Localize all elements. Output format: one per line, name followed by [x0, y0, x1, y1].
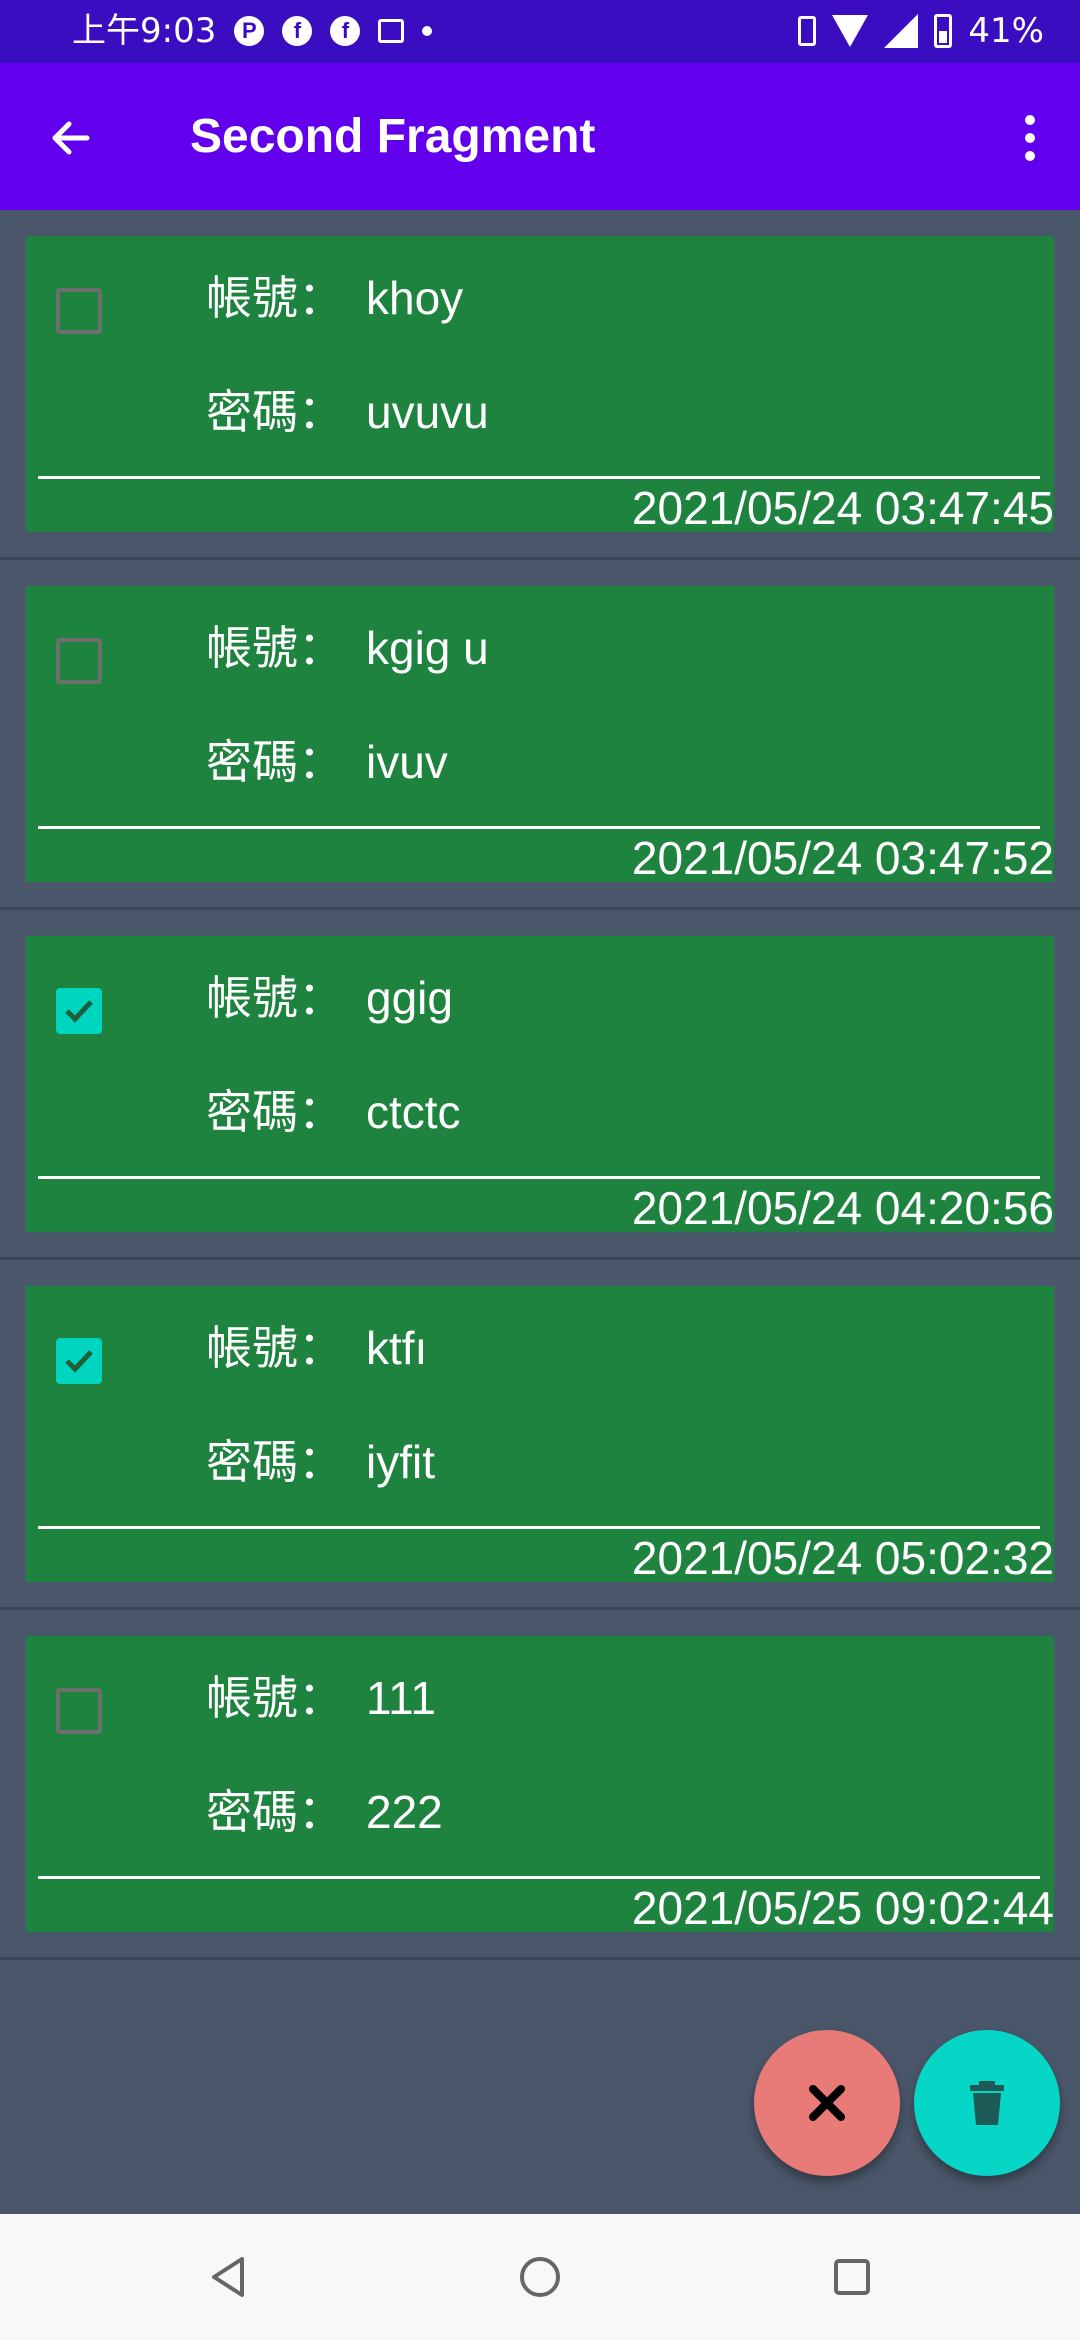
nav-back-button[interactable] — [198, 2247, 258, 2307]
password-label: 密碼： — [206, 1085, 344, 1139]
check-icon — [65, 1000, 93, 1023]
vibrate-icon — [798, 16, 817, 46]
battery-percent: 41% — [968, 11, 1044, 51]
account-card[interactable]: 帳號： ktfı 密碼： iyfit 2021/05/24 05:02:32 — [26, 1286, 1054, 1584]
list-item: 帳號： ktfı 密碼： iyfit 2021/05/24 05:02:32 — [0, 1260, 1080, 1610]
select-checkbox[interactable] — [56, 638, 102, 684]
timestamp: 2021/05/25 09:02:44 — [631, 1882, 1054, 1934]
app-bar: Second Fragment — [0, 63, 1080, 210]
select-checkbox[interactable] — [56, 288, 102, 334]
divider — [38, 476, 1040, 479]
account-value: ktfı — [366, 1322, 428, 1374]
account-label: 帳號： — [206, 971, 344, 1025]
account-card[interactable]: 帳號： khoy 密碼： uvuvu 2021/05/24 03:47:45 — [26, 236, 1054, 534]
divider — [38, 1176, 1040, 1179]
trash-icon — [970, 2081, 1004, 2125]
divider — [38, 826, 1040, 829]
account-value: 111 — [366, 1672, 436, 1724]
password-value: ctctc — [366, 1086, 461, 1138]
nav-home-button[interactable] — [510, 2247, 570, 2307]
cancel-button[interactable] — [754, 2030, 900, 2176]
divider — [38, 1876, 1040, 1879]
arrow-left-icon — [52, 121, 90, 155]
more-vert-icon — [1025, 115, 1035, 125]
circle-home-icon — [520, 2257, 560, 2297]
password-label: 密碼： — [206, 1435, 344, 1489]
page-title: Second Fragment — [190, 110, 596, 163]
account-label: 帳號： — [206, 1671, 344, 1725]
account-value: khoy — [366, 272, 464, 324]
status-time: 上午9:03 — [72, 11, 217, 51]
overflow-menu-button[interactable] — [1000, 103, 1060, 173]
account-card[interactable]: 帳號： kgig u 密碼： ivuv 2021/05/24 03:47:52 — [26, 586, 1054, 884]
account-label: 帳號： — [206, 1321, 344, 1375]
nav-recents-button[interactable] — [822, 2247, 882, 2307]
account-list: 帳號： khoy 密碼： uvuvu 2021/05/24 03:47:45 帳… — [0, 210, 1080, 1960]
triangle-back-icon — [212, 2257, 244, 2297]
timestamp: 2021/05/24 03:47:45 — [631, 482, 1054, 534]
battery-icon — [934, 14, 953, 48]
wifi-icon — [832, 15, 869, 47]
account-label: 帳號： — [206, 271, 344, 325]
signal-icon — [884, 14, 919, 48]
check-icon — [65, 1350, 93, 1373]
timestamp: 2021/05/24 05:02:32 — [631, 1532, 1054, 1584]
back-button[interactable] — [36, 103, 106, 173]
timestamp: 2021/05/24 03:47:52 — [631, 832, 1054, 884]
delete-button[interactable] — [914, 2030, 1060, 2176]
account-card[interactable]: 帳號： ggig 密碼： ctctc 2021/05/24 04:20:56 — [26, 936, 1054, 1234]
divider — [38, 1526, 1040, 1529]
list-item: 帳號： ggig 密碼： ctctc 2021/05/24 04:20:56 — [0, 910, 1080, 1260]
close-icon — [809, 2085, 845, 2121]
dot-icon — [422, 26, 433, 36]
image-icon — [378, 19, 405, 43]
password-value: ivuv — [366, 736, 448, 788]
list-item: 帳號： 111 密碼： 222 2021/05/25 09:02:44 — [0, 1610, 1080, 1960]
password-label: 密碼： — [206, 735, 344, 789]
password-label: 密碼： — [206, 1785, 344, 1839]
select-checkbox[interactable] — [56, 1688, 102, 1734]
select-checkbox[interactable] — [56, 1338, 102, 1384]
list-item: 帳號： khoy 密碼： uvuvu 2021/05/24 03:47:45 — [0, 210, 1080, 560]
facebook-icon: f — [330, 16, 361, 46]
system-nav-bar — [0, 2214, 1080, 2340]
list-item: 帳號： kgig u 密碼： ivuv 2021/05/24 03:47:52 — [0, 560, 1080, 910]
facebook-icon: f — [282, 16, 313, 46]
account-value: kgig u — [366, 622, 489, 674]
select-checkbox[interactable] — [56, 988, 102, 1034]
account-card[interactable]: 帳號： 111 密碼： 222 2021/05/25 09:02:44 — [26, 1636, 1054, 1934]
password-value: iyfit — [366, 1436, 435, 1488]
status-bar: 上午9:03 P f f 41% — [0, 0, 1080, 63]
p-icon: P — [234, 16, 265, 46]
password-value: 222 — [366, 1786, 443, 1838]
account-value: ggig — [366, 972, 453, 1024]
password-value: uvuvu — [366, 386, 489, 438]
password-label: 密碼： — [206, 385, 344, 439]
square-recents-icon — [834, 2259, 870, 2295]
account-label: 帳號： — [206, 621, 344, 675]
timestamp: 2021/05/24 04:20:56 — [631, 1182, 1054, 1234]
